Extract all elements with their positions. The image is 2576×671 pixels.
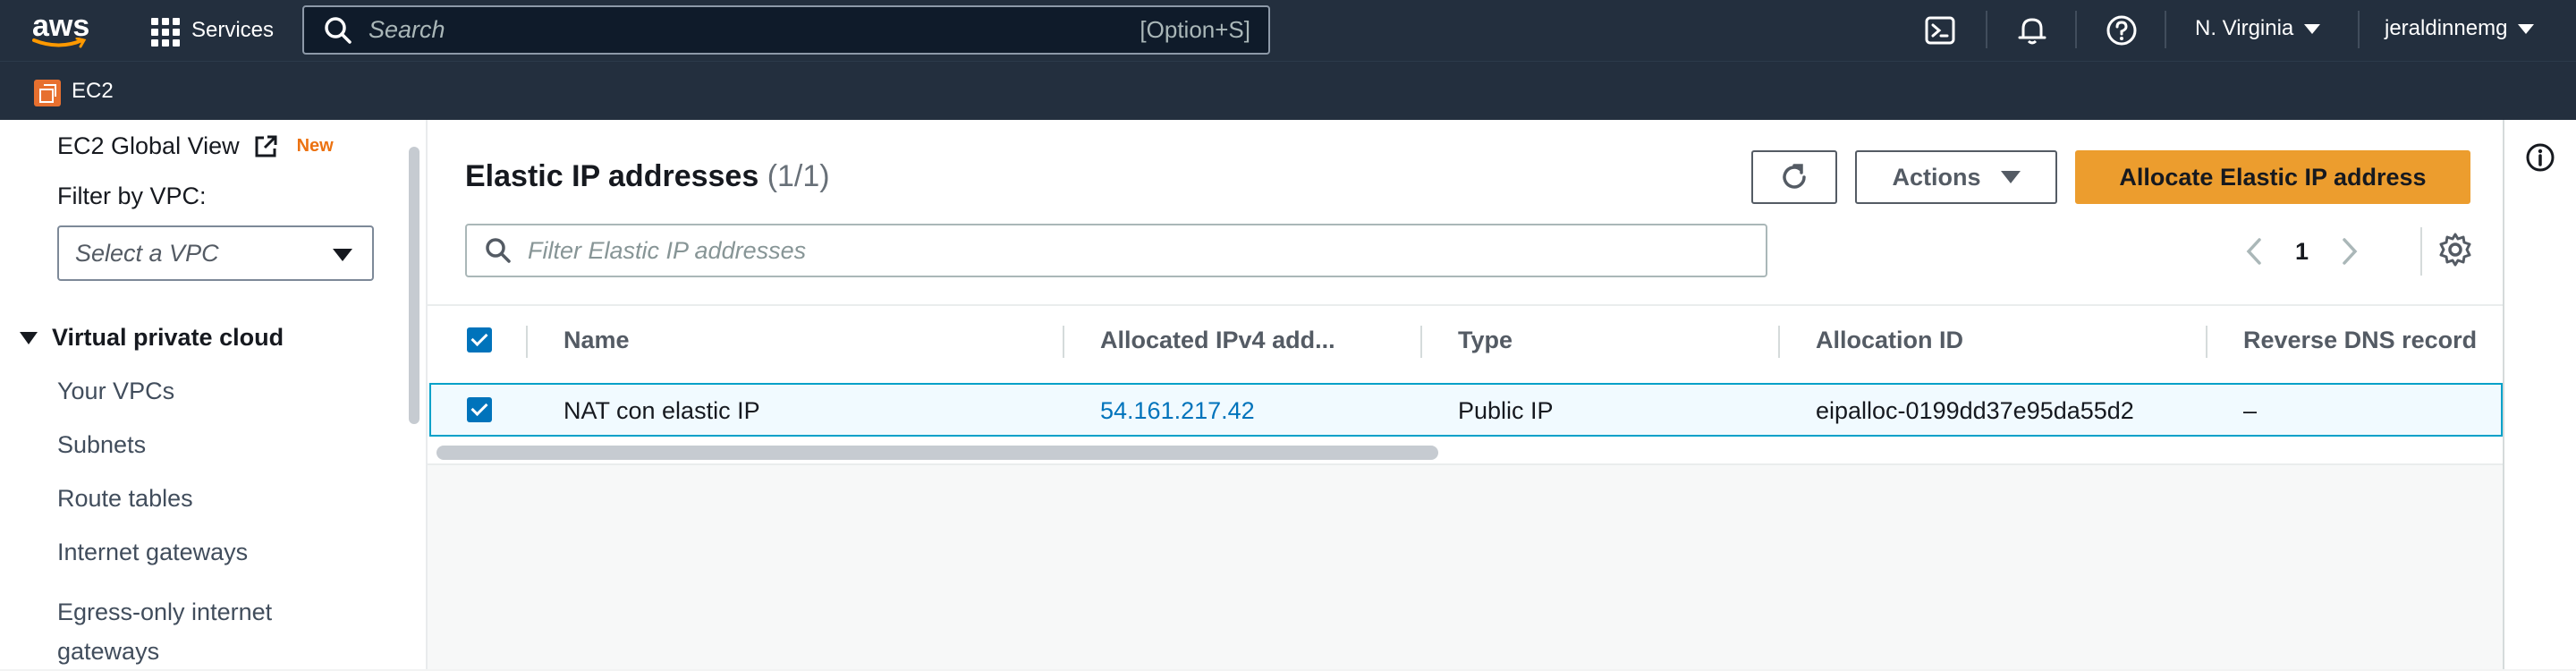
cell-type: Public IP — [1458, 397, 1554, 424]
aws-logo[interactable]: aws — [30, 9, 93, 50]
help-icon[interactable] — [2104, 13, 2140, 48]
column-header-label: Type — [1458, 326, 1513, 353]
page-title: Elastic IP addresses — [465, 159, 759, 193]
refresh-icon — [1783, 164, 1806, 189]
column-header-label: Name — [564, 326, 630, 353]
caret-down-icon — [20, 331, 38, 344]
row-checkbox[interactable] — [467, 397, 492, 422]
cell-name: NAT con elastic IP — [564, 397, 760, 424]
column-divider — [1420, 326, 1422, 358]
caret-down-icon — [2518, 23, 2535, 34]
chevron-right-icon[interactable] — [2339, 236, 2360, 267]
pagination-divider — [2420, 227, 2422, 276]
chevron-left-icon[interactable] — [2243, 236, 2265, 267]
column-header-allocated-ipv4[interactable]: Allocated IPv4 add... — [1100, 306, 1335, 374]
column-header-type[interactable]: Type — [1458, 306, 1513, 374]
column-header-allocation-id[interactable]: Allocation ID — [1816, 306, 1963, 374]
cloudshell-icon[interactable] — [1923, 13, 1959, 48]
aws-smile-icon — [32, 38, 87, 48]
nav-divider — [2075, 11, 2077, 48]
details-split-panel-area — [428, 463, 2503, 669]
column-header-reverse-dns[interactable]: Reverse DNS record — [2243, 306, 2477, 374]
info-icon[interactable] — [2524, 141, 2556, 174]
main-content-panel: Elastic IP addresses (1/1) Actions Alloc… — [428, 120, 2504, 669]
column-header-label: Allocated IPv4 add... — [1100, 326, 1335, 353]
global-search-input[interactable]: Search [Option+S] — [302, 5, 1270, 55]
search-icon — [325, 16, 352, 44]
search-placeholder: Search — [369, 16, 445, 43]
vpc-select[interactable]: Select a VPC — [57, 225, 374, 281]
column-header-label: Reverse DNS record — [2243, 326, 2478, 353]
actions-label: Actions — [1892, 163, 1981, 191]
new-badge: New — [296, 136, 334, 156]
column-header-name[interactable]: Name — [564, 306, 630, 374]
cell-reverse-dns: – — [2243, 397, 2258, 424]
page-number[interactable]: 1 — [2295, 238, 2309, 266]
select-all-checkbox[interactable] — [467, 327, 492, 352]
caret-down-icon — [2304, 23, 2321, 34]
column-header-label: Allocation ID — [1816, 326, 1964, 353]
filter-input[interactable]: Filter Elastic IP addresses — [465, 224, 1767, 277]
refresh-button[interactable] — [1751, 150, 1837, 204]
actions-dropdown-button[interactable]: Actions — [1855, 150, 2057, 204]
sidebar-item-subnets[interactable]: Subnets — [57, 431, 146, 459]
service-favorites-bar: EC2 — [0, 61, 2576, 120]
caret-down-icon — [333, 249, 352, 261]
item-count: (1/1) — [767, 159, 830, 193]
sidebar-item-label: EC2 Global View — [57, 132, 240, 159]
sidebar-scrollbar[interactable] — [404, 147, 424, 549]
column-divider — [1063, 326, 1064, 358]
sidebar-item-internet-gateways[interactable]: Internet gateways — [57, 539, 248, 566]
nav-divider — [2358, 11, 2360, 48]
cell-allocation-id: eipalloc-0199dd37e95da55d2 — [1816, 397, 2134, 424]
caret-down-icon — [2000, 171, 2021, 183]
ec2-shortcut[interactable]: EC2 — [72, 79, 114, 104]
filter-placeholder: Filter Elastic IP addresses — [528, 236, 807, 264]
vpc-select-placeholder: Select a VPC — [75, 239, 219, 267]
services-label: Services — [191, 18, 275, 42]
top-navigation-bar: aws Services Search [Option+S] N. Virgin — [0, 0, 2576, 61]
table-header: Name Allocated IPv4 add... Type Allocati… — [428, 304, 2503, 372]
pagination: 1 — [2243, 229, 2360, 274]
sidebar-item-your-vpcs[interactable]: Your VPCs — [57, 378, 174, 405]
table-horizontal-scrollbar[interactable] — [436, 446, 1438, 460]
nav-divider — [1986, 11, 1987, 48]
right-tools-rail — [2504, 120, 2576, 669]
column-divider — [1778, 326, 1780, 358]
external-link-icon — [255, 135, 277, 157]
gear-icon[interactable] — [2436, 231, 2474, 268]
sidebar-item-ec2-global-view[interactable]: EC2 Global View New — [57, 132, 334, 160]
panel-header: Elastic IP addresses (1/1) — [465, 159, 830, 194]
account-label: jeraldinnemg — [2385, 16, 2508, 40]
nav-divider — [2165, 11, 2166, 48]
region-selector[interactable]: N. Virginia — [2195, 16, 2321, 41]
table-row[interactable]: NAT con elastic IP 54.161.217.42 Public … — [429, 383, 2503, 437]
section-title: Virtual private cloud — [52, 324, 284, 351]
column-divider — [2206, 326, 2207, 358]
ec2-service-icon — [34, 80, 61, 106]
sidebar-section-virtual-private-cloud[interactable]: Virtual private cloud — [20, 324, 284, 352]
sidebar-item-egress-only-internet-gateways[interactable]: Egress-only internet gateways — [57, 592, 352, 671]
sidebar-item-route-tables[interactable]: Route tables — [57, 485, 193, 513]
grid-icon — [148, 15, 180, 47]
bell-icon[interactable] — [2014, 13, 2050, 48]
allocate-elastic-ip-button[interactable]: Allocate Elastic IP address — [2075, 150, 2470, 204]
filter-by-vpc-label: Filter by VPC: — [57, 183, 207, 209]
account-menu[interactable]: jeraldinnemg — [2385, 16, 2535, 41]
search-shortcut-hint: [Option+S] — [1140, 16, 1250, 43]
cell-allocated-ip-link[interactable]: 54.161.217.42 — [1100, 397, 1255, 425]
services-menu-button[interactable]: Services — [148, 14, 274, 47]
column-divider — [526, 326, 528, 358]
sidebar: EC2 Global View New Filter by VPC: Selec… — [0, 120, 428, 669]
search-icon — [486, 238, 511, 263]
region-label: N. Virginia — [2195, 16, 2294, 40]
